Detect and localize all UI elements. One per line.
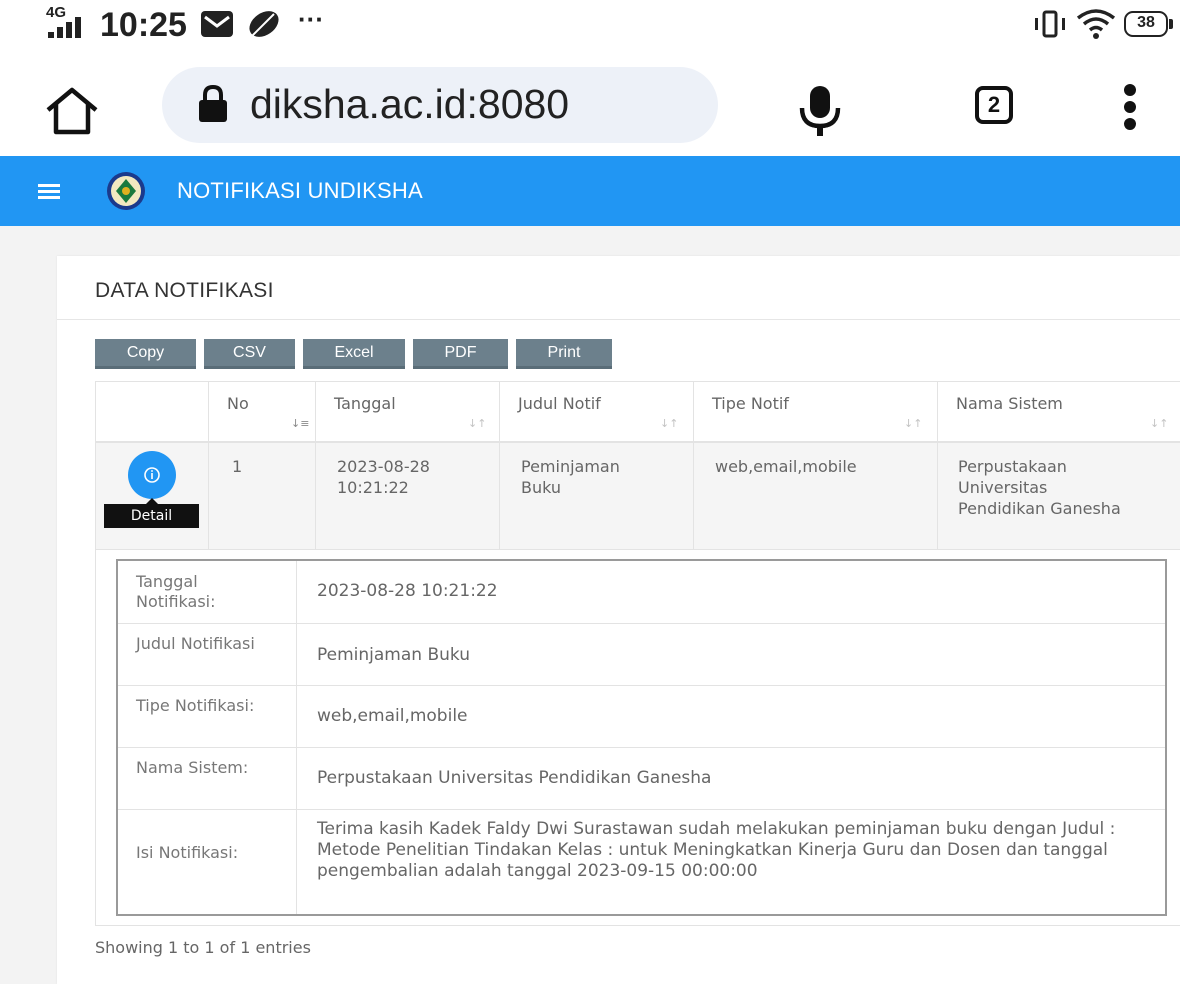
header-judul-label: Judul Notif: [518, 394, 601, 413]
detail-label: Nama Sistem:: [136, 758, 249, 777]
header-judul[interactable]: Judul Notif ↓↑: [500, 382, 693, 441]
lock-icon: [199, 85, 227, 122]
microphone-icon[interactable]: [798, 84, 842, 138]
detail-row-divider: [118, 685, 1165, 686]
home-icon[interactable]: [44, 86, 100, 136]
detail-column-divider: [296, 561, 297, 914]
status-bar: 4G 10:25 ··· 38: [0, 0, 1180, 50]
cell-judul: Peminjaman Buku: [521, 457, 620, 497]
battery-icon: 38: [1124, 11, 1174, 37]
address-bar[interactable]: diksha.ac.id:8080: [162, 67, 718, 143]
detail-label: Isi Notifikasi:: [136, 843, 239, 862]
cell-tipe: web,email,mobile: [715, 457, 857, 476]
cell-tanggal: 2023-08-28 10:21:22: [337, 457, 430, 497]
detail-row-divider: [118, 623, 1165, 624]
detail-value: web,email,mobile: [317, 706, 468, 726]
header-tanggal[interactable]: Tanggal ↓↑: [316, 382, 499, 441]
copy-button[interactable]: Copy: [95, 339, 196, 369]
sort-asc-icon: ↓≡: [291, 417, 310, 430]
card-header-divider: [57, 319, 1180, 320]
wifi-icon: [1076, 9, 1116, 39]
leaf-icon: [249, 11, 279, 37]
clock: 10:25: [100, 6, 187, 44]
table-info: Showing 1 to 1 of 1 entries: [95, 938, 311, 957]
table-row-border: [95, 549, 1180, 550]
more-notifications-icon: ···: [298, 4, 324, 34]
sort-icon: ↓↑: [660, 417, 679, 430]
detail-label: Tanggal Notifikasi:: [136, 572, 216, 611]
undiksha-logo: [107, 172, 145, 210]
detail-label: Tipe Notifikasi:: [136, 696, 255, 715]
header-tipe-label: Tipe Notif: [712, 394, 789, 413]
battery-level: 38: [1137, 14, 1155, 31]
header-no[interactable]: No ↓≡: [209, 382, 315, 441]
tab-count: 2: [987, 92, 1001, 117]
detail-button[interactable]: [128, 451, 176, 499]
header-no-label: No: [227, 394, 249, 413]
detail-value: Peminjaman Buku: [317, 645, 470, 665]
excel-button[interactable]: Excel: [303, 339, 405, 369]
pdf-button[interactable]: PDF: [413, 339, 508, 369]
app-title: NOTIFIKASI UNDIKSHA: [177, 178, 423, 203]
url-text[interactable]: diksha.ac.id:8080: [250, 81, 569, 128]
cell-no: 1: [232, 457, 243, 476]
card-title: DATA NOTIFIKASI: [95, 279, 274, 302]
app-bar: NOTIFIKASI UNDIKSHA: [0, 156, 1180, 226]
table-bottom-border: [95, 925, 1180, 926]
header-sistem-label: Nama Sistem: [956, 394, 1063, 413]
detail-value: Perpustakaan Universitas Pendidikan Gane…: [317, 768, 712, 788]
vibrate-icon: [1035, 10, 1065, 38]
signal-icon: 4G: [46, 4, 92, 40]
tab-switcher-button[interactable]: 2: [975, 86, 1013, 124]
cell-sistem: Perpustakaan Universitas Pendidikan Gane…: [958, 457, 1121, 518]
header-sistem[interactable]: Nama Sistem ↓↑: [938, 382, 1180, 441]
header-tipe[interactable]: Tipe Notif ↓↑: [694, 382, 937, 441]
sort-icon: ↓↑: [904, 417, 923, 430]
message-icon: [201, 11, 233, 37]
table-left-border: [95, 381, 96, 926]
detail-row-divider: [118, 747, 1165, 748]
hamburger-menu-icon[interactable]: [38, 182, 60, 200]
detail-label: Judul Notifikasi: [136, 634, 255, 653]
header-tanggal-label: Tanggal: [334, 394, 396, 413]
info-icon: [144, 467, 160, 483]
sort-icon: ↓↑: [1150, 417, 1169, 430]
detail-row-divider: [118, 809, 1165, 810]
overflow-menu-icon[interactable]: [1122, 82, 1138, 132]
detail-value: Terima kasih Kadek Faldy Dwi Surastawan …: [317, 819, 1116, 881]
sort-icon: ↓↑: [468, 417, 487, 430]
print-button[interactable]: Print: [516, 339, 612, 369]
csv-button[interactable]: CSV: [204, 339, 295, 369]
detail-value: 2023-08-28 10:21:22: [317, 581, 498, 601]
detail-tooltip: Detail: [104, 504, 199, 528]
